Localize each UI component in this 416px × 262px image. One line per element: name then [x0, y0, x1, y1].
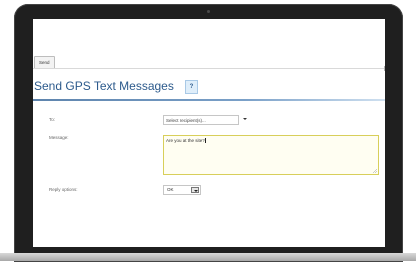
reply-options-select[interactable]: OK: [163, 185, 201, 195]
recipient-select[interactable]: Select recipient(s)...: [163, 115, 239, 125]
help-button[interactable]: ?: [185, 80, 198, 94]
text-caret: [204, 138, 206, 144]
chevron-down-icon[interactable]: [243, 118, 247, 120]
app-screen: Send Send GPS Text Messages ? To: Select…: [33, 19, 385, 247]
to-label: To:: [49, 117, 56, 122]
resize-grip-icon[interactable]: [373, 169, 377, 173]
message-label: Message:: [49, 135, 69, 140]
title-underline: [33, 99, 385, 101]
dropdown-arrow-icon[interactable]: [191, 187, 199, 193]
laptop-frame: Send Send GPS Text Messages ? To: Select…: [14, 4, 403, 262]
message-textarea[interactable]: Are you at the site?: [163, 135, 379, 175]
scrollbar-tick: [384, 66, 385, 71]
page-title: Send GPS Text Messages: [34, 79, 174, 93]
camera-icon: [207, 10, 210, 13]
laptop-base: [0, 253, 416, 261]
toolbar-divider: [33, 68, 385, 69]
message-text: Are you at the site?: [166, 138, 205, 143]
reply-options-label: Reply options:: [49, 187, 78, 192]
reply-options-value: OK: [167, 187, 174, 192]
